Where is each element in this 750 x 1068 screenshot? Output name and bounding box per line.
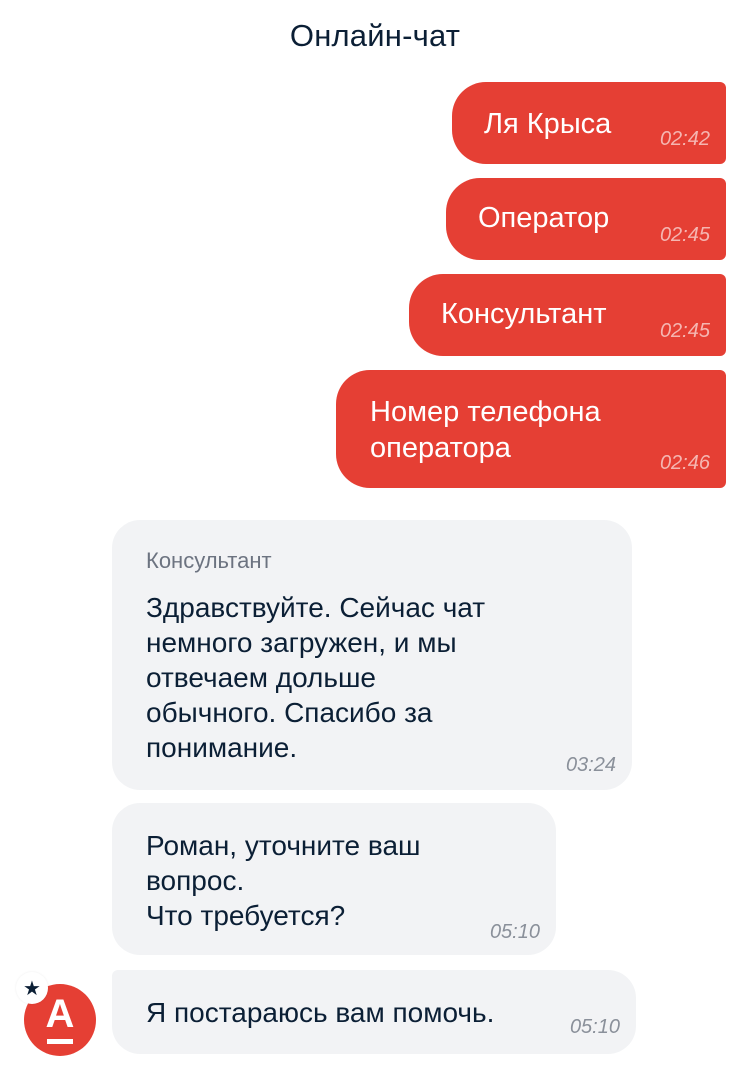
message-time: 02:45 — [659, 224, 710, 246]
incoming-message[interactable]: Роман, уточните ваш вопрос. Что требуетс… — [112, 803, 556, 955]
outgoing-message[interactable]: Консультант 02:45 — [409, 274, 726, 356]
message-time: 02:45 — [659, 320, 710, 342]
outgoing-message[interactable]: Оператор 02:45 — [446, 178, 726, 260]
message-text: Номер телефона оператора — [370, 396, 601, 464]
message-time: 02:46 — [659, 452, 710, 474]
message-time: 02:42 — [659, 128, 710, 150]
message-text: Здравствуйте. Сейчас чат немного загруже… — [146, 592, 486, 763]
message-time: 05:10 — [489, 921, 540, 943]
star-icon: ★ — [16, 972, 48, 1004]
logo-underline — [47, 1039, 73, 1044]
message-text: Оператор — [478, 202, 610, 234]
message-text: Ля Крыса — [484, 108, 612, 140]
message-time: 03:24 — [565, 754, 616, 776]
message-text: Консультант — [441, 298, 607, 330]
sender-name: Консультант — [146, 548, 272, 573]
message-text: Я постараюсь вам помочь. — [146, 997, 495, 1028]
incoming-message[interactable]: Я постараюсь вам помочь. 05:10 — [112, 970, 636, 1054]
outgoing-message[interactable]: Ля Крыса 02:42 — [452, 82, 726, 164]
message-text: Роман, уточните ваш вопрос. Что требуетс… — [146, 830, 421, 931]
message-time: 05:10 — [569, 1016, 620, 1038]
chat-screen: Онлайн-чат Ля Крыса 02:42 Оператор 02:45… — [0, 0, 750, 1068]
incoming-message[interactable]: Консультант Здравствуйте. Сейчас чат нем… — [112, 520, 632, 790]
outgoing-message[interactable]: Номер телефона оператора 02:46 — [336, 370, 726, 488]
page-title: Онлайн-чат — [289, 18, 461, 53]
